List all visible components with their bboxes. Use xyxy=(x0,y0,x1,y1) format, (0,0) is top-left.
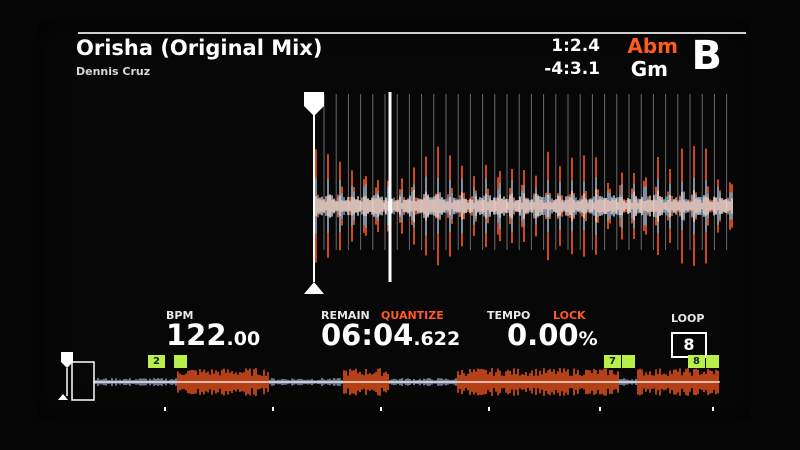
loop-label: LOOP xyxy=(671,312,705,325)
bpm-decimal: .00 xyxy=(226,328,261,350)
track-artist: Dennis Cruz xyxy=(76,65,151,78)
bpm-value: 122.00 xyxy=(166,320,260,354)
tempo-value: 0.00% xyxy=(507,320,598,354)
overview-cue-marker[interactable] xyxy=(58,352,73,400)
overview-bars xyxy=(93,368,720,396)
overview-ticks xyxy=(164,407,714,411)
remaining-time: -4:3.1 xyxy=(544,59,600,79)
cue-marker[interactable] xyxy=(304,92,324,294)
waveform-bars xyxy=(315,146,733,266)
deck-indicator: B xyxy=(691,33,723,79)
main-waveform[interactable] xyxy=(304,90,734,300)
beat-grid xyxy=(323,94,728,250)
original-key: Abm xyxy=(627,34,678,58)
cdj-screen: Orisha (Original Mix) Dennis Cruz 1:2.4 … xyxy=(38,22,750,420)
current-key: Gm xyxy=(630,57,668,81)
tempo-number: 0.00 xyxy=(507,318,579,352)
remain-time: 06:04.622 xyxy=(321,320,460,354)
elapsed-time: 1:2.4 xyxy=(551,36,600,56)
remain-main: 06:04 xyxy=(321,318,414,352)
overview-waveform[interactable] xyxy=(58,352,723,418)
bpm-integer: 122 xyxy=(166,318,227,352)
remain-fraction: .622 xyxy=(413,328,461,350)
overview-position-window[interactable] xyxy=(71,361,95,401)
track-title: Orisha (Original Mix) xyxy=(76,36,323,60)
tempo-unit: % xyxy=(578,328,598,350)
